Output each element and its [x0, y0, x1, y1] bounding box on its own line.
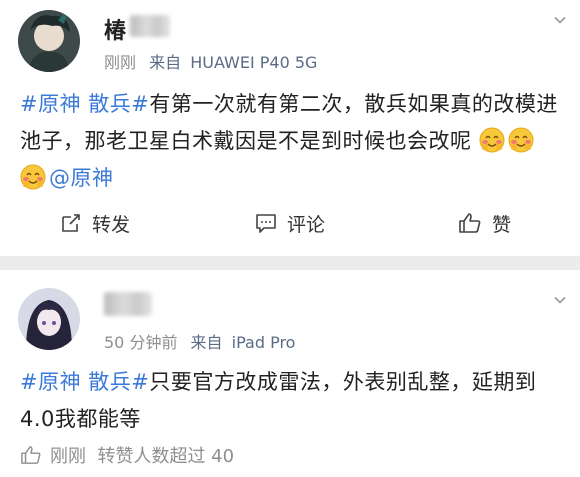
post-time: 刚刚 — [104, 53, 137, 72]
repost-button[interactable]: 转发 — [60, 198, 130, 248]
avatar-user-2[interactable] — [18, 288, 80, 350]
post-footer: 刚刚 转赞人数超过 40 — [20, 442, 234, 468]
source-device[interactable]: HUAWEI P40 5G — [190, 53, 317, 72]
hashtag-sanbing[interactable]: 散兵# — [88, 370, 149, 394]
source-device[interactable]: iPad Pro — [232, 333, 296, 352]
weibo-post-1: 椿 刚刚 来自 HUAWEI P40 5G #原神 散兵#有第一次就有第二次，散… — [0, 0, 580, 256]
action-bar: 转发 评论 赞 — [0, 198, 580, 248]
hashtag-genshin[interactable]: #原神 — [20, 92, 81, 116]
blush-emoji-icon — [479, 127, 505, 153]
repost-label: 转发 — [92, 213, 131, 236]
mention-genshin[interactable]: @原神 — [49, 166, 114, 190]
source-prefix: 来自 — [149, 53, 182, 72]
like-button[interactable]: 赞 — [458, 198, 511, 248]
blush-emoji-icon — [508, 127, 534, 153]
like-label: 赞 — [492, 213, 512, 236]
username[interactable]: 椿 — [104, 13, 126, 45]
like-icon — [21, 446, 41, 464]
post-meta: 刚刚 来自 HUAWEI P40 5G — [104, 49, 317, 73]
chevron-down-icon[interactable] — [554, 294, 566, 306]
hashtag-genshin[interactable]: #原神 — [20, 370, 81, 394]
repost-icon — [62, 214, 80, 232]
source-prefix: 来自 — [190, 333, 223, 352]
post-text: #原神 散兵#只要官方改成雷法，外表别乱整，延期到4.0我都能等 — [20, 364, 562, 438]
username-redacted — [104, 292, 152, 316]
weibo-post-2: 50 分钟前 来自 iPad Pro #原神 散兵#只要官方改成雷法，外表别乱整… — [0, 270, 580, 477]
comment-button[interactable]: 评论 — [255, 198, 325, 248]
comment-label: 评论 — [287, 213, 326, 236]
avatar-user-1[interactable] — [18, 10, 80, 72]
blush-emoji-icon — [20, 164, 46, 190]
post-time: 50 分钟前 — [104, 333, 178, 352]
like-icon — [459, 213, 481, 233]
comment-icon — [256, 214, 276, 233]
post-text: #原神 散兵#有第一次就有第二次，散兵如果真的改模进池子，那老卫星白术戴因是不是… — [20, 86, 562, 197]
hashtag-sanbing[interactable]: 散兵# — [88, 92, 149, 116]
post-meta: 50 分钟前 来自 iPad Pro — [104, 329, 295, 353]
chevron-down-icon[interactable] — [554, 14, 566, 26]
username-redacted — [130, 15, 170, 37]
footer-like-summary: 刚刚 转赞人数超过 40 — [50, 446, 235, 467]
